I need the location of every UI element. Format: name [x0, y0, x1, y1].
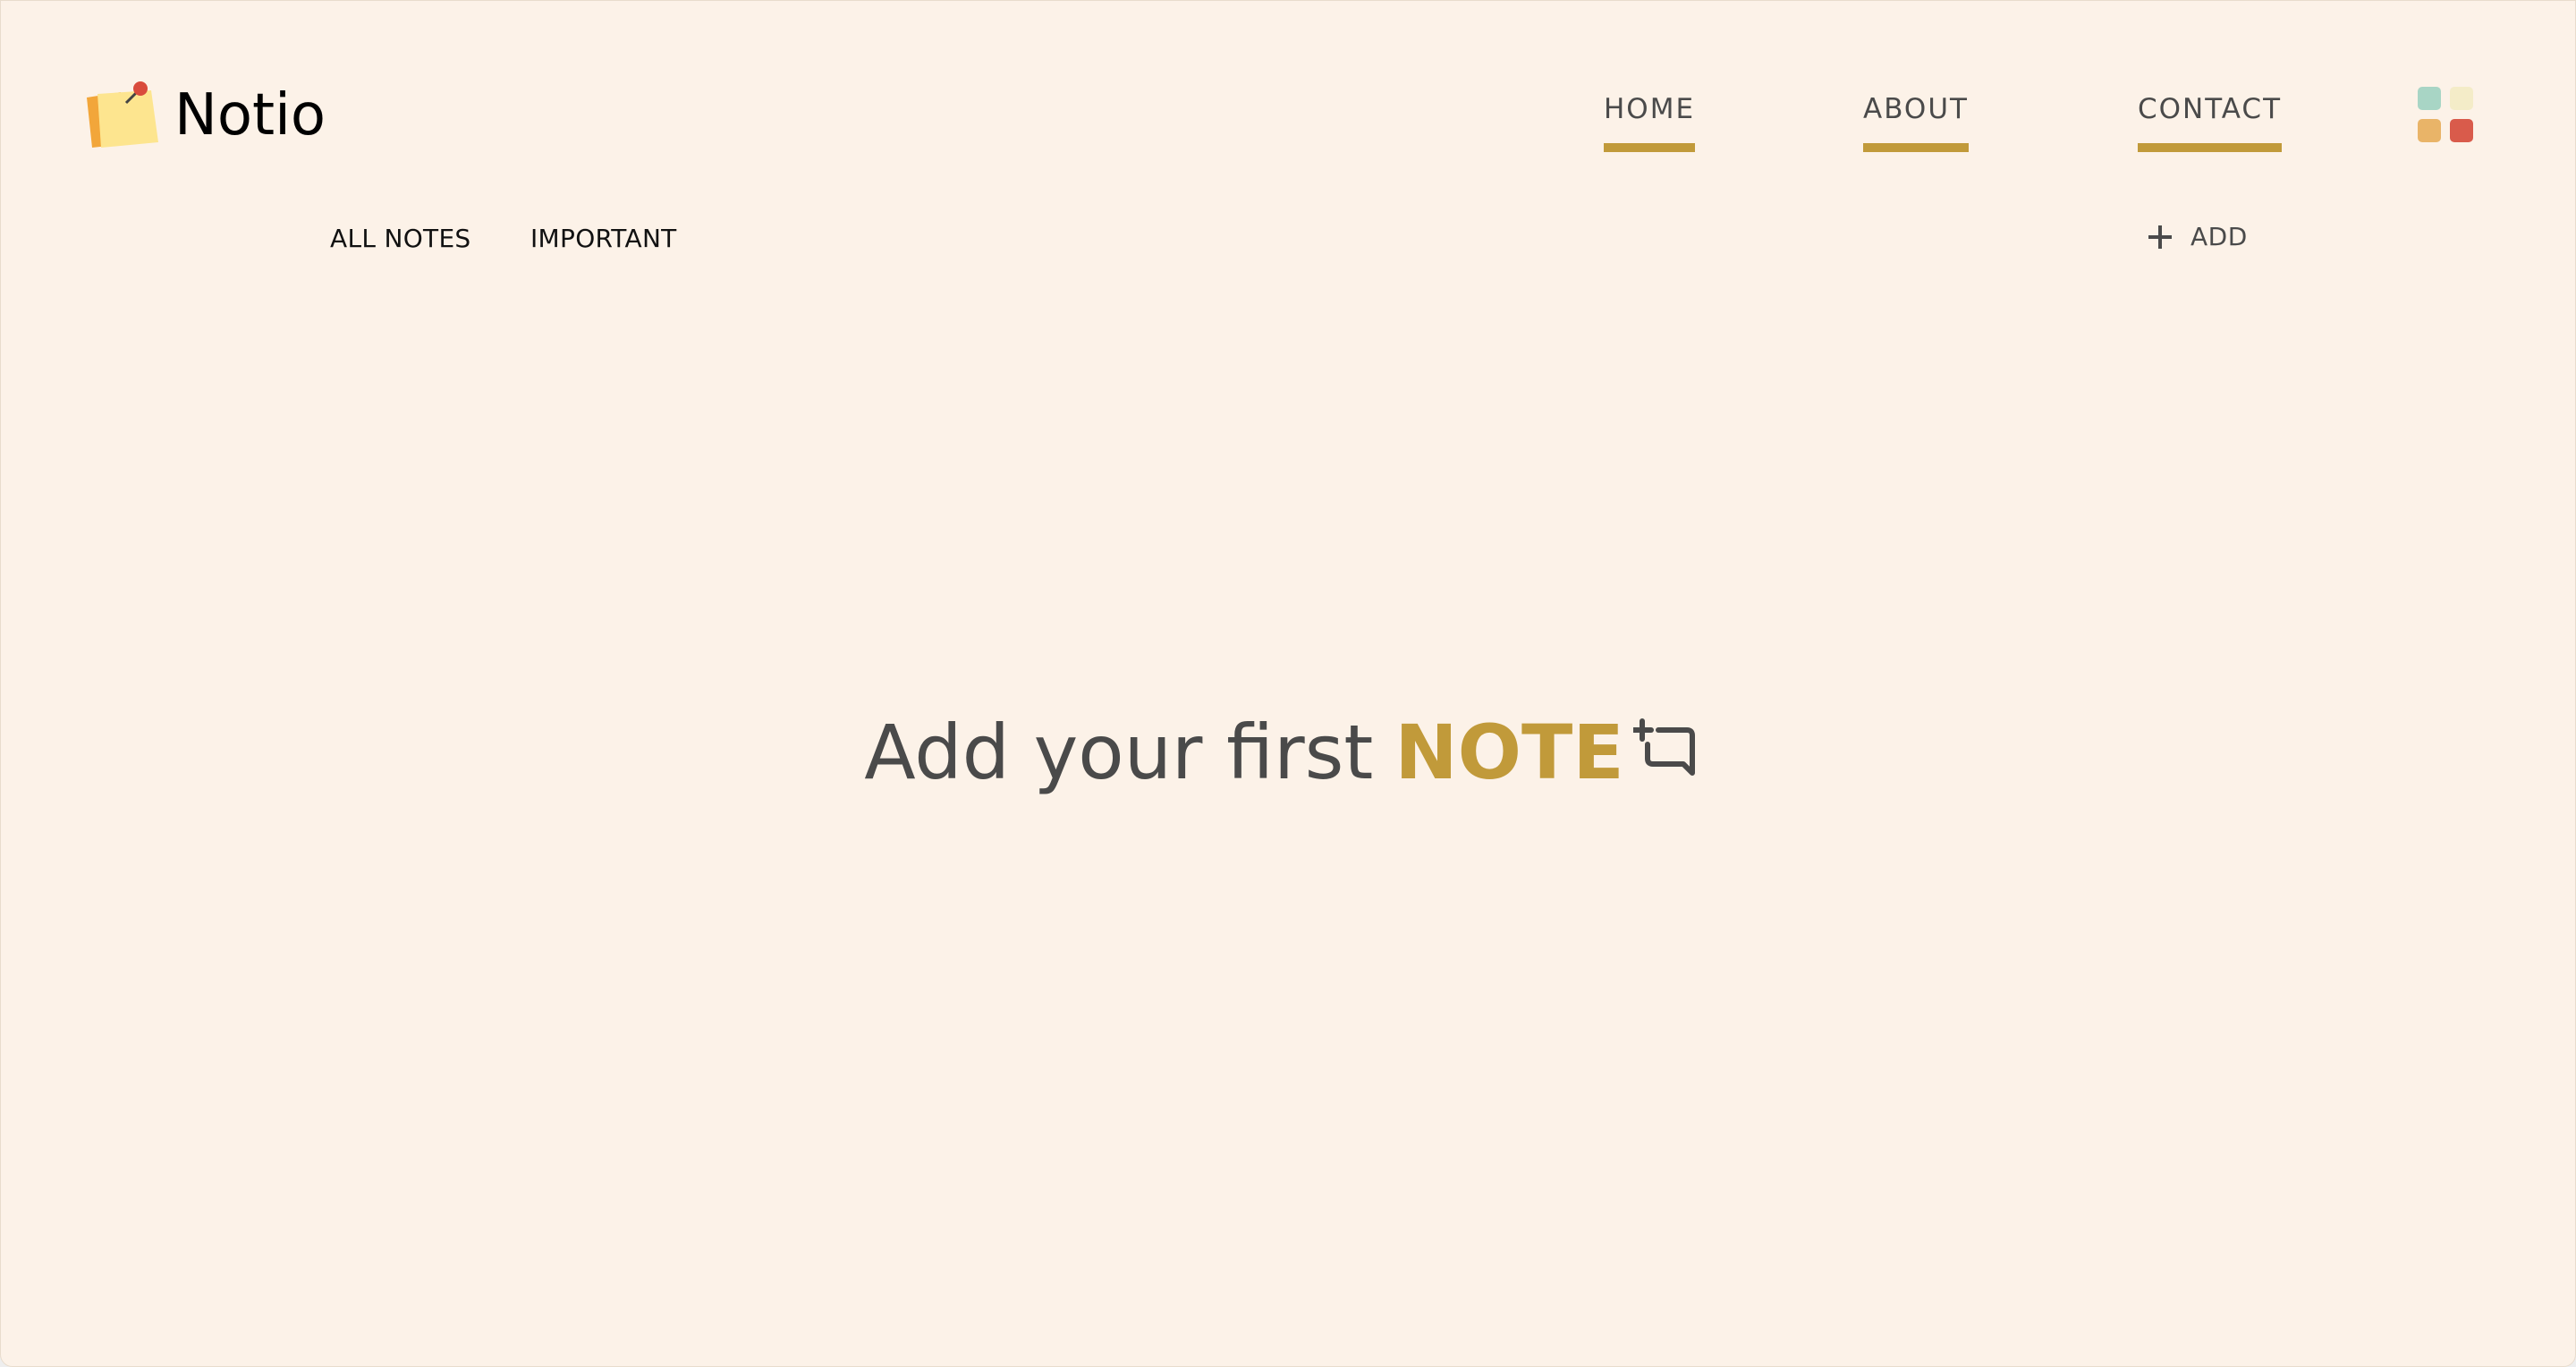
- add-note-button[interactable]: ADD: [2146, 223, 2248, 251]
- theme-swatch: [2418, 87, 2441, 110]
- nav-about-link[interactable]: ABOUT: [1863, 96, 1969, 152]
- theme-swatch: [2450, 119, 2473, 142]
- logo[interactable]: Notio: [85, 80, 326, 151]
- important-tab[interactable]: IMPORTANT: [530, 226, 677, 251]
- all-notes-tab[interactable]: ALL NOTES: [330, 226, 471, 251]
- nav-home-link[interactable]: HOME: [1604, 96, 1696, 152]
- empty-state: Add your first NOTE: [1, 715, 2575, 790]
- empty-state-message: Add your first NOTE: [864, 715, 1695, 790]
- nav-contact-link[interactable]: CONTACT: [2138, 96, 2283, 152]
- plus-icon: [2146, 223, 2174, 251]
- app-name: Notio: [174, 82, 326, 149]
- theme-swatch: [2450, 87, 2473, 110]
- sticky-note-logo-icon: [85, 80, 160, 151]
- empty-state-accent: NOTE: [1394, 709, 1624, 796]
- theme-palette-icon[interactable]: [2418, 87, 2475, 144]
- theme-swatch: [2418, 119, 2441, 142]
- app-window: Notio HOME ABOUT CONTACT ALL NOTES IMPOR…: [0, 0, 2576, 1367]
- add-comment-icon[interactable]: [1630, 717, 1696, 780]
- empty-state-text: Add your first: [864, 709, 1374, 796]
- add-label: ADD: [2190, 222, 2248, 251]
